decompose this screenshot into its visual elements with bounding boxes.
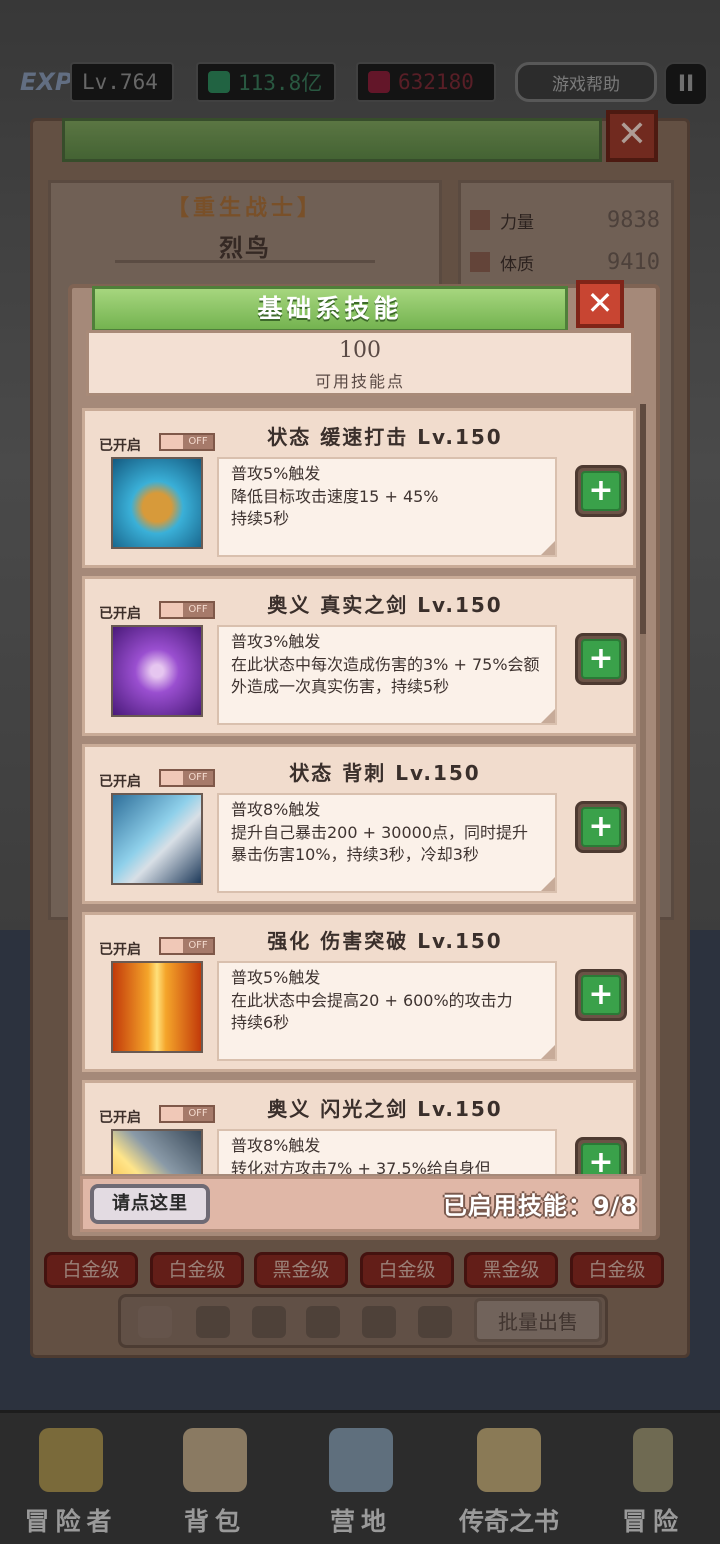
damage-break-skill-icon bbox=[111, 961, 203, 1053]
toggle-knob bbox=[161, 939, 183, 953]
enabled-label: 已开启 bbox=[99, 438, 141, 454]
toggle-text: OFF bbox=[188, 940, 208, 951]
nav-backpack[interactable]: 背包 bbox=[150, 1420, 280, 1544]
toggle-knob bbox=[161, 771, 183, 785]
nav-label: 背包 bbox=[183, 1507, 246, 1536]
true-sword-skill-icon bbox=[111, 625, 203, 717]
skill-description: 普攻8%触发 转化对方攻击7% + 37.5%给自身但 bbox=[217, 1129, 557, 1174]
click-here-button[interactable]: 请点这里 bbox=[90, 1184, 210, 1224]
nav-camp[interactable]: 营地 bbox=[296, 1420, 426, 1544]
skill-desc-text: 普攻8%触发 提升自己暴击200 + 30000点，同时提升暴击伤害10%，持续… bbox=[231, 800, 529, 864]
toggle-text: OFF bbox=[188, 772, 208, 783]
skill-desc-text: 普攻5%触发 降低目标攻击速度15 + 45% 持续5秒 bbox=[231, 464, 439, 528]
plus-icon: + bbox=[581, 471, 621, 511]
skill-description: 普攻5%触发 在此状态中会提高20 + 600%的攻击力 持续6秒 bbox=[217, 961, 557, 1061]
toggle-knob bbox=[161, 603, 183, 617]
skill-toggle[interactable]: OFF bbox=[159, 601, 215, 619]
flash-sword-skill-icon bbox=[111, 1129, 203, 1174]
nav-label: 冒险 bbox=[621, 1507, 684, 1536]
add-skill-point-button[interactable]: + bbox=[575, 1137, 627, 1174]
plus-icon: + bbox=[581, 807, 621, 847]
enabled-label: 已开启 bbox=[99, 1110, 141, 1126]
skill-description: 普攻3%触发 在此状态中每次造成伤害的3% + 75%会额外造成一次真实伤害，持… bbox=[217, 625, 557, 725]
desc-corner bbox=[541, 541, 555, 555]
modal-title: 基础系技能 bbox=[92, 286, 568, 332]
add-skill-point-button[interactable]: + bbox=[575, 633, 627, 685]
skill-toggle[interactable]: OFF bbox=[159, 1105, 215, 1123]
desc-corner bbox=[541, 1045, 555, 1059]
crown-icon bbox=[39, 1428, 103, 1492]
nav-label: 冒险者 bbox=[24, 1507, 118, 1536]
skill-desc-text: 普攻3%触发 在此状态中每次造成伤害的3% + 75%会额外造成一次真实伤害，持… bbox=[231, 632, 540, 696]
add-skill-point-button[interactable]: + bbox=[575, 969, 627, 1021]
skill-description: 普攻8%触发 提升自己暴击200 + 30000点，同时提升暴击伤害10%，持续… bbox=[217, 793, 557, 893]
toggle-knob bbox=[161, 1107, 183, 1121]
sword-icon bbox=[633, 1428, 673, 1492]
plus-icon: + bbox=[581, 1143, 621, 1174]
slow-strike-skill-icon bbox=[111, 457, 203, 549]
skill-desc-text: 普攻5%触发 在此状态中会提高20 + 600%的攻击力 持续6秒 bbox=[231, 968, 513, 1032]
book-icon bbox=[477, 1428, 541, 1492]
enabled-label: 已开启 bbox=[99, 942, 141, 958]
skill-name: 奥义 闪光之剑 Lv.150 bbox=[267, 1097, 503, 1121]
skill-points-label: 可用技能点 bbox=[314, 372, 405, 391]
skill-card: 已开启 OFF 状态 缓速打击 Lv.150 普攻5%触发 降低目标攻击速度15… bbox=[82, 408, 636, 568]
add-skill-point-button[interactable]: + bbox=[575, 801, 627, 853]
toggle-text: OFF bbox=[188, 1108, 208, 1119]
skill-desc-text: 普攻8%触发 转化对方攻击7% + 37.5%给自身但 bbox=[231, 1136, 491, 1174]
toggle-knob bbox=[161, 435, 183, 449]
camp-banner-icon bbox=[329, 1428, 393, 1492]
nav-adventure[interactable]: 冒险 bbox=[588, 1420, 718, 1544]
skill-card: 已开启 OFF 奥义 闪光之剑 Lv.150 普攻8%触发 转化对方攻击7% +… bbox=[82, 1080, 636, 1174]
skill-points-value: 100 bbox=[339, 338, 381, 363]
skill-toggle[interactable]: OFF bbox=[159, 937, 215, 955]
desc-corner bbox=[541, 709, 555, 723]
skill-name: 奥义 真实之剑 Lv.150 bbox=[267, 593, 503, 617]
nav-label: 传奇之书 bbox=[458, 1507, 559, 1536]
modal-close-button[interactable]: ✕ bbox=[576, 280, 624, 328]
backstab-skill-icon bbox=[111, 793, 203, 885]
enabled-skills-count: 已启用技能：9/8 bbox=[442, 1192, 638, 1220]
toggle-text: OFF bbox=[188, 436, 208, 447]
scrollbar-thumb[interactable] bbox=[640, 404, 646, 634]
nav-adventurer[interactable]: 冒险者 bbox=[6, 1420, 136, 1544]
plus-icon: + bbox=[581, 639, 621, 679]
skill-toggle[interactable]: OFF bbox=[159, 433, 215, 451]
skill-description: 普攻5%触发 降低目标攻击速度15 + 45% 持续5秒 bbox=[217, 457, 557, 557]
toggle-text: OFF bbox=[188, 604, 208, 615]
skill-card: 已开启 OFF 状态 背刺 Lv.150 普攻8%触发 提升自己暴击200 + … bbox=[82, 744, 636, 904]
nav-legend-book[interactable]: 传奇之书 bbox=[444, 1420, 574, 1544]
desc-corner bbox=[541, 877, 555, 891]
enabled-label: 已开启 bbox=[99, 606, 141, 622]
backpack-icon bbox=[183, 1428, 247, 1492]
plus-icon: + bbox=[581, 975, 621, 1015]
skill-name: 状态 缓速打击 Lv.150 bbox=[267, 425, 503, 449]
add-skill-point-button[interactable]: + bbox=[575, 465, 627, 517]
skill-name: 状态 背刺 Lv.150 bbox=[289, 761, 481, 785]
skill-card: 已开启 OFF 强化 伤害突破 Lv.150 普攻5%触发 在此状态中会提高20… bbox=[82, 912, 636, 1072]
enabled-label: 已开启 bbox=[99, 774, 141, 790]
nav-label: 营地 bbox=[329, 1507, 392, 1536]
skill-toggle[interactable]: OFF bbox=[159, 769, 215, 787]
skill-name: 强化 伤害突破 Lv.150 bbox=[267, 929, 503, 953]
skill-card: 已开启 OFF 奥义 真实之剑 Lv.150 普攻3%触发 在此状态中每次造成伤… bbox=[82, 576, 636, 736]
skill-list[interactable]: 已开启 OFF 状态 缓速打击 Lv.150 普攻5%触发 降低目标攻击速度15… bbox=[80, 404, 640, 1174]
